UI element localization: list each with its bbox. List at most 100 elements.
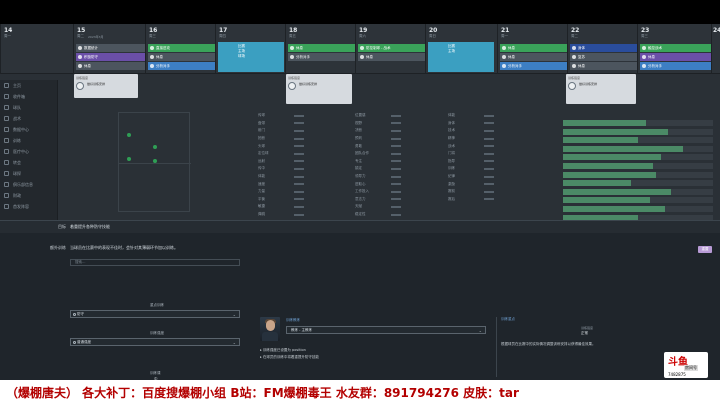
session-physical[interactable]: 身体 [570, 44, 638, 52]
attribute-label: 精神 [448, 136, 455, 141]
day-column[interactable]: 20 周日 比赛 主场 [425, 24, 497, 74]
attribute-value-bar [484, 129, 494, 132]
attribute-label: 头球 [258, 143, 265, 148]
session-attack[interactable]: 直接进攻 [148, 44, 216, 52]
detail-title: 训练重点 [501, 317, 515, 321]
player-marker [127, 133, 131, 137]
intensity-select[interactable]: 普通强度 ⌄ [70, 338, 240, 346]
attribute-label: 敏捷 [258, 204, 265, 209]
sidebar-item-home[interactable]: 主页 [0, 80, 57, 91]
attribute-label: 体能 [258, 174, 265, 179]
session-rest[interactable]: 休息 [358, 53, 426, 61]
session-rest[interactable]: 休息 [148, 53, 216, 61]
match-ground: 球场 [238, 54, 245, 58]
session-label: 休息 [296, 45, 303, 50]
session-rest[interactable]: 休息 [288, 44, 356, 52]
session-label: 休息 [156, 54, 163, 59]
sidebar-item-medical[interactable]: 医疗中心 [0, 146, 57, 157]
coach-select[interactable]: 教练 - 主教练 ⌄ [286, 326, 486, 334]
session-rest[interactable]: 休息 [500, 53, 568, 61]
stream-banner: （爆棚唐夫） 各大补丁：百度搜爆棚小组 B站：FM爆棚毒王 水友群：891794… [0, 380, 720, 404]
attribute-row: 稳定性 [355, 211, 401, 219]
day-number: 21 [501, 27, 510, 34]
attribute-label: 身体 [448, 120, 455, 125]
session-rest[interactable]: 休息 [500, 44, 568, 52]
sidebar-item-finance[interactable]: 财政 [0, 190, 57, 201]
attribute-value-bar [294, 198, 304, 201]
attribute-label: 镇定 [355, 166, 362, 171]
reset-button[interactable]: 重置 [698, 246, 712, 253]
session-rest[interactable]: 休息 [76, 62, 146, 70]
sidebar-item-data[interactable]: 数据中心 [0, 124, 57, 135]
attribute-value-bar [391, 190, 401, 193]
match-block[interactable]: 比赛 主场 [428, 42, 494, 72]
session-defense[interactable]: 积极防守 [76, 53, 146, 61]
attribute-value-bar [391, 145, 401, 148]
session-tooltip: 训练强度 做好训练安排 [286, 74, 352, 104]
session-label: 分析对手 [648, 63, 662, 68]
home-icon [4, 83, 9, 88]
detail-description: 根据球员在比赛中的实际情况调整训练安排以获得最佳效果。 [501, 342, 596, 346]
player-marker [153, 145, 157, 149]
day-column[interactable]: 15 周二 2023年3月 数据统计 积极防守 休息 [73, 24, 146, 74]
attribute-row: 定位球 [258, 150, 304, 158]
session-analysis[interactable]: 分析对手 [500, 62, 568, 70]
attribute-value-bar [391, 167, 401, 170]
goal-label: 目标 [58, 224, 66, 229]
session-analysis[interactable]: 分析对手 [640, 62, 712, 70]
session-analysis[interactable]: 分析对手 [288, 53, 356, 61]
session-tactics[interactable]: 防控制球 - 战术 [358, 44, 426, 52]
day-column[interactable]: 16 周三 直接进攻 休息 分析对手 [145, 24, 216, 74]
attribute-value-bar [391, 183, 401, 186]
match-block[interactable]: 比赛 主场 球场 [218, 42, 284, 72]
attribute-row: 工作投入 [355, 188, 401, 196]
attribute-row: 视野 [355, 120, 401, 128]
attribute-row: 远射 [258, 158, 304, 166]
session-analysis[interactable]: 分析对手 [148, 62, 216, 70]
session-icon [360, 55, 364, 59]
sessions-label: 训练课 [150, 371, 161, 375]
attribute-value-bar [391, 160, 401, 163]
attribute-value-bar [484, 145, 494, 148]
session-tactics[interactable]: 触控战术 [640, 44, 712, 52]
day-column[interactable]: 18 周五 休息 分析对手 [285, 24, 356, 74]
attribute-row: 技术 [448, 127, 494, 135]
session-recovery[interactable]: 复苏 [570, 53, 638, 61]
goal-text: 着重提升各种防守技能 [70, 224, 110, 229]
sidebar-item-training[interactable]: 训练 [0, 135, 57, 146]
sidebar-item-tactics[interactable]: 战术 [0, 113, 57, 124]
sidebar-item-transfers[interactable]: 转会 [0, 157, 57, 168]
session-icon [360, 46, 364, 50]
search-input[interactable]: 搜索… [70, 259, 240, 266]
day-column[interactable]: 22 周二 身体 复苏 休息 [567, 24, 638, 74]
day-column[interactable]: 23 周三 触控战术 休息 分析对手 [637, 24, 712, 74]
day-column[interactable]: 24 [711, 24, 720, 74]
sidebar-item-inbox[interactable]: 收件箱 [0, 91, 57, 102]
focus-select[interactable]: 防守 ⌄ [70, 310, 240, 318]
coach-avatar [260, 317, 280, 341]
day-column[interactable]: 17 周四 比赛 主场 球场 [215, 24, 285, 74]
sidebar-item-squad[interactable]: 球队 [0, 102, 57, 113]
attribute-bar [563, 154, 713, 161]
session-stats[interactable]: 数据统计 [76, 44, 146, 52]
sidebar-item-lineup[interactable]: 首发阵容 [0, 201, 57, 212]
attribute-value-bar [484, 160, 494, 163]
session-rest[interactable]: 休息 [640, 53, 712, 61]
attribute-label: 盘带 [258, 120, 265, 125]
attribute-label: 远射 [258, 158, 265, 163]
intensity-value: 普通强度 [77, 339, 91, 344]
attribute-label: 射门 [258, 128, 265, 133]
day-column[interactable]: 19 周六 防控制球 - 战术 休息 [355, 24, 426, 74]
sidebar-item-club[interactable]: 俱乐部信息 [0, 179, 57, 190]
session-rest[interactable]: 休息 [570, 62, 638, 70]
sidebar-item-scouting[interactable]: 球探 [0, 168, 57, 179]
tooltip-text: 做好训练安排 [299, 82, 318, 86]
day-column[interactable]: 21 周一 休息 休息 分析对手 [497, 24, 568, 74]
attribute-label: 赛后 [448, 196, 455, 201]
attribute-label: 平衡 [258, 196, 265, 201]
day-column[interactable]: 14 周一 [0, 24, 73, 74]
avatar-face [266, 320, 275, 331]
attribute-value-bar [391, 198, 401, 201]
coin-icon [4, 193, 9, 198]
extra-training-text: 当球员在比赛中的表现不佳时，会针对其薄弱环节加以训练。 [70, 245, 178, 250]
